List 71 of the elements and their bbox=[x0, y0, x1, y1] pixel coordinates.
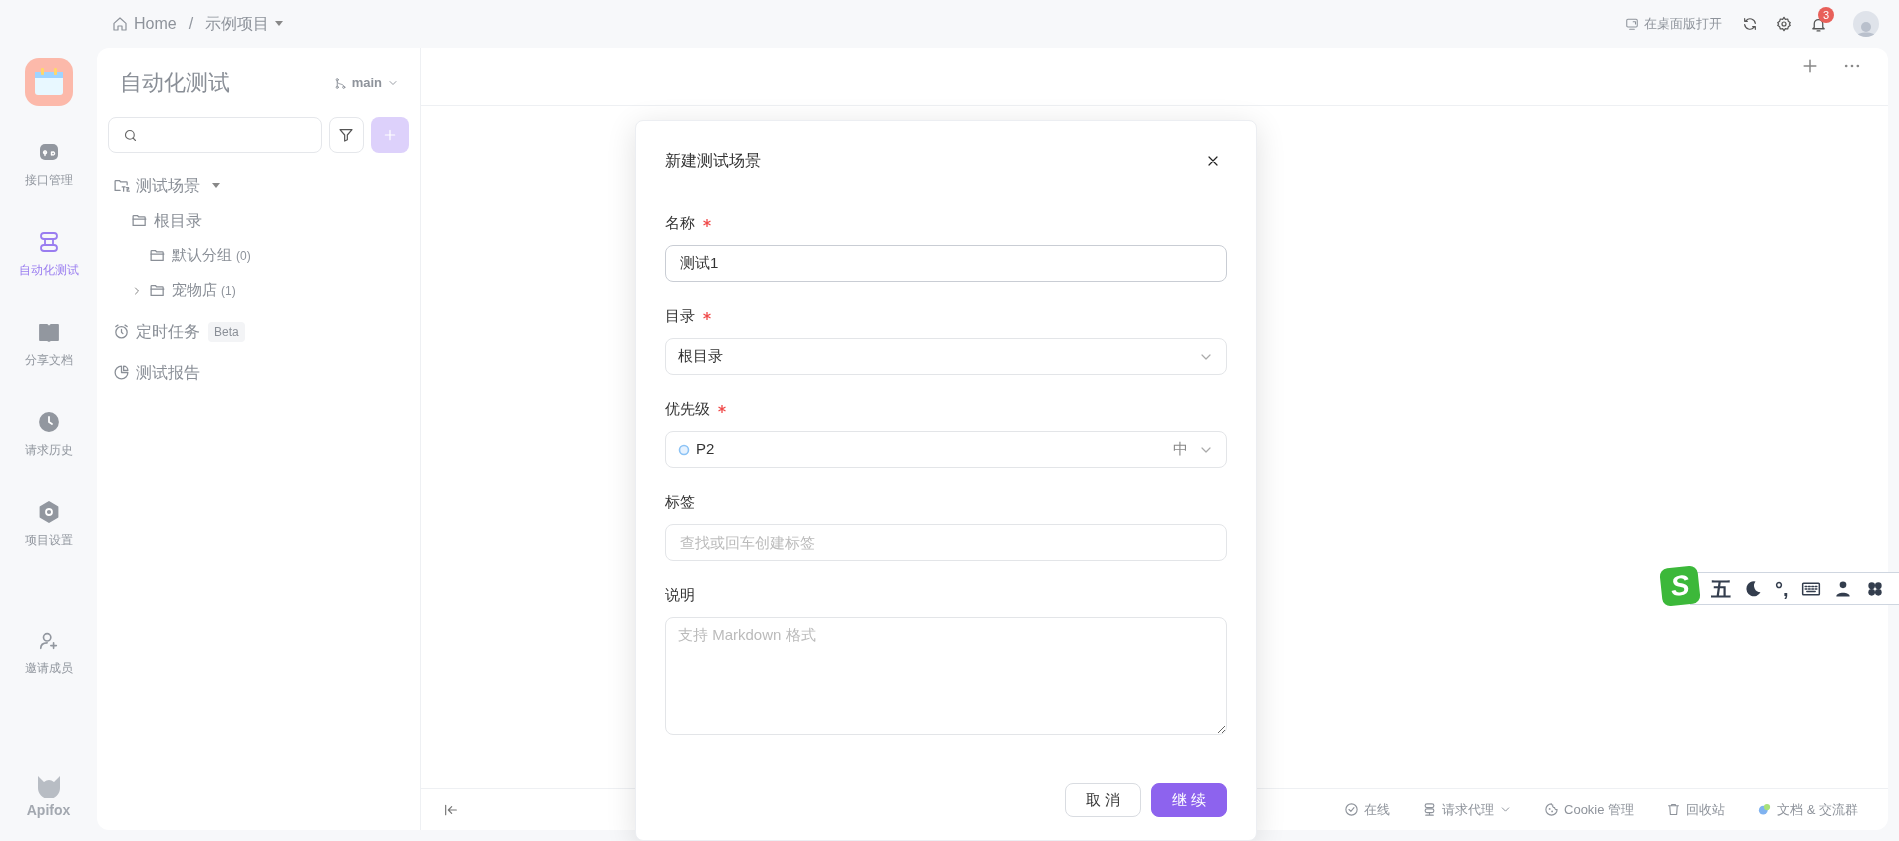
folder-icon bbox=[131, 212, 148, 229]
status-bar-item[interactable]: 在线 bbox=[1344, 799, 1390, 820]
settings-icon[interactable] bbox=[1776, 16, 1792, 32]
input-field[interactable]: 测试1 bbox=[665, 245, 1227, 282]
brand-name: Apifox bbox=[26, 801, 71, 820]
field-label: 目录 bbox=[665, 305, 695, 326]
brand-logo-icon bbox=[35, 774, 62, 798]
moon-icon[interactable] bbox=[1743, 578, 1763, 599]
tree-item[interactable]: 根目录 bbox=[108, 203, 409, 238]
refresh-icon[interactable] bbox=[1742, 16, 1758, 32]
check-circle-icon bbox=[1344, 802, 1359, 817]
branch-selector[interactable]: main bbox=[333, 73, 399, 93]
tree-item[interactable]: 宠物店 (1) bbox=[108, 273, 409, 308]
alarm-clock-icon bbox=[113, 323, 130, 340]
status-bar-item[interactable]: 请求代理 bbox=[1422, 799, 1512, 820]
status-bar-item[interactable]: Cookie 管理 bbox=[1544, 799, 1635, 820]
branch-icon bbox=[333, 76, 347, 90]
status-circle-icon bbox=[678, 443, 690, 456]
folder-icon bbox=[149, 247, 166, 264]
caret-icon bbox=[275, 21, 284, 27]
directory-select[interactable]: 根目录 bbox=[665, 338, 1227, 375]
clock-icon bbox=[36, 410, 61, 434]
ime-button[interactable]: 五 bbox=[1711, 573, 1731, 604]
tree-item[interactable]: 定时任务 Beta bbox=[108, 314, 409, 349]
caret-icon bbox=[212, 182, 220, 189]
search-icon bbox=[123, 127, 138, 143]
ime-button[interactable]: °, bbox=[1775, 573, 1789, 604]
cancel-button[interactable]: 取 消 bbox=[1065, 783, 1141, 817]
field-label: 优先级 bbox=[665, 398, 710, 419]
field-label: 说明 bbox=[665, 584, 695, 605]
tree-item[interactable]: 测试场景 bbox=[108, 168, 409, 203]
external-screen-icon bbox=[1625, 17, 1639, 31]
panel-title: 自动化测试 bbox=[120, 69, 230, 97]
invite-members-button[interactable]: 邀请成员 bbox=[24, 630, 73, 676]
nav-item[interactable]: 分享文档 bbox=[3, 308, 94, 398]
nav-item[interactable]: 项目设置 bbox=[3, 488, 94, 578]
beta-badge: Beta bbox=[208, 321, 245, 342]
filter-icon bbox=[338, 127, 355, 143]
search-field[interactable] bbox=[108, 117, 322, 153]
cookie-icon bbox=[1544, 802, 1559, 817]
breadcrumb-link[interactable]: 示例项目 bbox=[205, 12, 284, 36]
open-desktop-link[interactable]: 在桌面版打开 bbox=[1625, 14, 1722, 34]
nav-item[interactable]: 接口管理 bbox=[3, 128, 94, 218]
field-label: 名称 bbox=[665, 212, 695, 233]
folder-icon bbox=[149, 282, 166, 299]
breadcrumb-separator: / bbox=[188, 14, 194, 34]
tree-item[interactable]: 测试报告 bbox=[108, 355, 409, 390]
add-user-icon bbox=[37, 630, 60, 652]
pie-chart-icon bbox=[113, 364, 130, 381]
nav-item[interactable]: 自动化测试 bbox=[3, 218, 94, 308]
priority-select[interactable]: P2 中 bbox=[665, 431, 1227, 468]
textarea-field[interactable]: 支持 Markdown 格式 bbox=[665, 617, 1227, 735]
app-logo bbox=[24, 58, 73, 106]
notification-badge: 3 bbox=[1818, 6, 1834, 23]
item-count: (0) bbox=[236, 247, 251, 265]
dialog-title: 新建测试场景 bbox=[665, 151, 761, 171]
continue-button[interactable]: 继 续 bbox=[1151, 783, 1227, 817]
item-count: (1) bbox=[221, 282, 236, 300]
chat-bubble-icon bbox=[1757, 802, 1773, 817]
field-label: 标签 bbox=[665, 491, 695, 512]
trash-icon bbox=[1666, 802, 1682, 817]
input-field[interactable]: 查找或回车创建标签 bbox=[665, 524, 1227, 561]
status-bar-item[interactable]: 文档 & 交流群 bbox=[1757, 799, 1858, 820]
tree-item[interactable]: 默认分组 (0) bbox=[108, 238, 409, 273]
scene-folder-icon bbox=[113, 177, 130, 194]
filter-button[interactable] bbox=[328, 117, 365, 153]
home-icon bbox=[112, 16, 128, 32]
nav-item[interactable]: 请求历史 bbox=[3, 398, 94, 488]
server-icon bbox=[1422, 802, 1437, 817]
breadcrumb-link[interactable]: Home bbox=[112, 12, 177, 36]
status-bar-item[interactable]: 回收站 bbox=[1666, 799, 1726, 820]
